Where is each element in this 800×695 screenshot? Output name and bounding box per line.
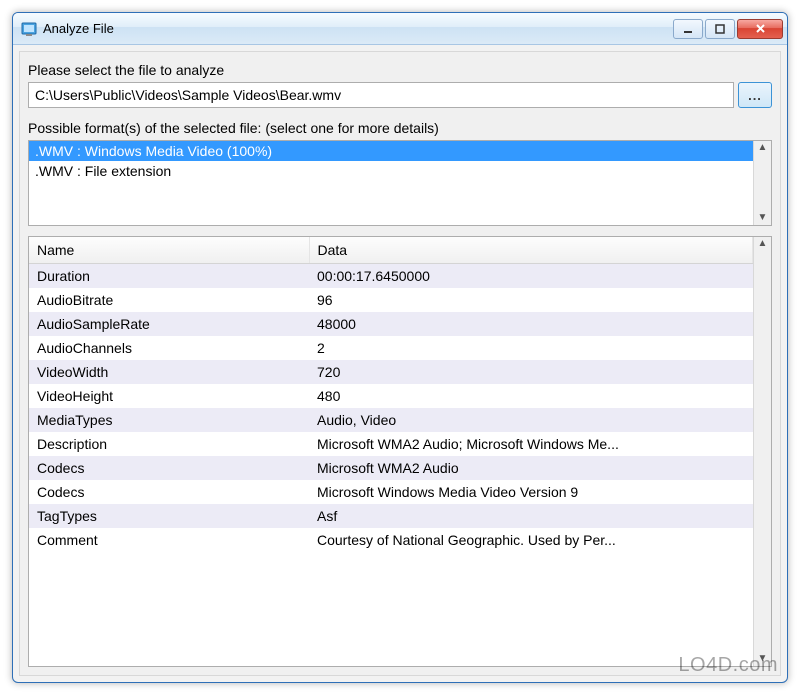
cell-data: 48000 (309, 312, 753, 336)
close-button[interactable] (737, 19, 783, 39)
table-row[interactable]: VideoWidth720 (29, 360, 753, 384)
cell-data: Microsoft Windows Media Video Version 9 (309, 480, 753, 504)
table-row[interactable]: CodecsMicrosoft WMA2 Audio (29, 456, 753, 480)
scroll-down-icon[interactable]: ▼ (758, 654, 768, 664)
cell-data: 720 (309, 360, 753, 384)
table-row[interactable]: DescriptionMicrosoft WMA2 Audio; Microso… (29, 432, 753, 456)
client-area: Please select the file to analyze ... Po… (19, 51, 781, 676)
table-row[interactable]: Duration00:00:17.6450000 (29, 264, 753, 289)
column-header-name[interactable]: Name (29, 237, 309, 264)
cell-data: 480 (309, 384, 753, 408)
cell-data: 96 (309, 288, 753, 312)
analyze-file-window: Analyze File Please select the file to a… (12, 12, 788, 683)
format-item[interactable]: .WMV : Windows Media Video (100%) (29, 141, 753, 161)
scroll-down-icon[interactable]: ▼ (758, 213, 768, 223)
titlebar[interactable]: Analyze File (13, 13, 787, 45)
cell-name: AudioBitrate (29, 288, 309, 312)
cell-name: AudioSampleRate (29, 312, 309, 336)
cell-name: Comment (29, 528, 309, 552)
cell-name: MediaTypes (29, 408, 309, 432)
format-item[interactable]: .WMV : File extension (29, 161, 753, 181)
cell-name: VideoHeight (29, 384, 309, 408)
window-buttons (673, 19, 783, 39)
cell-data: 2 (309, 336, 753, 360)
details-table: Name Data Duration00:00:17.6450000AudioB… (29, 237, 753, 552)
window-title: Analyze File (43, 21, 673, 36)
column-header-data[interactable]: Data (309, 237, 753, 264)
table-row[interactable]: AudioChannels2 (29, 336, 753, 360)
formats-listbox[interactable]: .WMV : Windows Media Video (100%).WMV : … (28, 140, 772, 226)
cell-data: Audio, Video (309, 408, 753, 432)
file-path-row: ... (28, 82, 772, 108)
table-row[interactable]: AudioBitrate96 (29, 288, 753, 312)
select-file-label: Please select the file to analyze (28, 62, 772, 78)
details-table-wrap: Name Data Duration00:00:17.6450000AudioB… (28, 236, 772, 667)
cell-name: VideoWidth (29, 360, 309, 384)
table-row[interactable]: CodecsMicrosoft Windows Media Video Vers… (29, 480, 753, 504)
cell-name: Codecs (29, 480, 309, 504)
table-row[interactable]: MediaTypesAudio, Video (29, 408, 753, 432)
cell-data: Courtesy of National Geographic. Used by… (309, 528, 753, 552)
app-icon (21, 21, 37, 37)
table-row[interactable]: VideoHeight480 (29, 384, 753, 408)
cell-data: Microsoft WMA2 Audio; Microsoft Windows … (309, 432, 753, 456)
file-path-input[interactable] (28, 82, 734, 108)
scroll-up-icon[interactable]: ▲ (758, 143, 768, 153)
formats-scrollbar[interactable]: ▲ ▼ (753, 141, 771, 225)
scroll-up-icon[interactable]: ▲ (758, 239, 768, 249)
cell-data: 00:00:17.6450000 (309, 264, 753, 289)
cell-name: AudioChannels (29, 336, 309, 360)
cell-name: Duration (29, 264, 309, 289)
table-row[interactable]: TagTypesAsf (29, 504, 753, 528)
formats-label: Possible format(s) of the selected file:… (28, 120, 772, 136)
table-row[interactable]: AudioSampleRate48000 (29, 312, 753, 336)
maximize-button[interactable] (705, 19, 735, 39)
cell-data: Microsoft WMA2 Audio (309, 456, 753, 480)
cell-name: TagTypes (29, 504, 309, 528)
table-row[interactable]: CommentCourtesy of National Geographic. … (29, 528, 753, 552)
browse-button[interactable]: ... (738, 82, 772, 108)
table-scrollbar[interactable]: ▲ ▼ (753, 237, 771, 666)
cell-name: Codecs (29, 456, 309, 480)
table-header-row: Name Data (29, 237, 753, 264)
cell-name: Description (29, 432, 309, 456)
cell-data: Asf (309, 504, 753, 528)
minimize-button[interactable] (673, 19, 703, 39)
